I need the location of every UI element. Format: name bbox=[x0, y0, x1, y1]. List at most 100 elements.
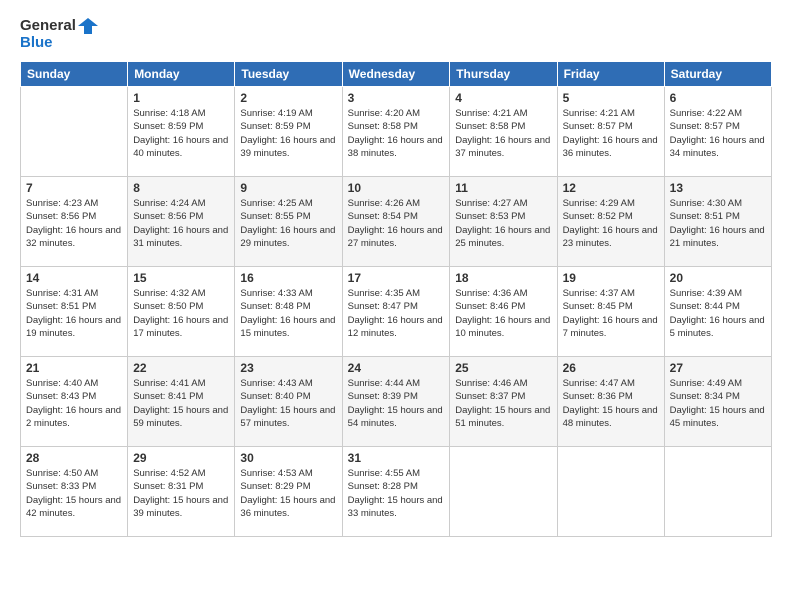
sunset: Sunset: 8:36 PM bbox=[563, 391, 633, 402]
sunrise: Sunrise: 4:49 AM bbox=[670, 378, 742, 389]
sunset: Sunset: 8:53 PM bbox=[455, 211, 525, 222]
calendar-table: SundayMondayTuesdayWednesdayThursdayFrid… bbox=[20, 61, 772, 537]
sunset: Sunset: 8:43 PM bbox=[26, 391, 96, 402]
daylight: Daylight: 16 hours and 29 minutes. bbox=[240, 225, 335, 249]
sunrise: Sunrise: 4:33 AM bbox=[240, 288, 312, 299]
day-number: 30 bbox=[240, 451, 336, 465]
calendar-header-friday: Friday bbox=[557, 62, 664, 87]
calendar-cell: 15 Sunrise: 4:32 AM Sunset: 8:50 PM Dayl… bbox=[128, 267, 235, 357]
sunset: Sunset: 8:51 PM bbox=[670, 211, 740, 222]
sunset: Sunset: 8:50 PM bbox=[133, 301, 203, 312]
sunset: Sunset: 8:40 PM bbox=[240, 391, 310, 402]
calendar-cell: 18 Sunrise: 4:36 AM Sunset: 8:46 PM Dayl… bbox=[450, 267, 557, 357]
daylight: Daylight: 16 hours and 17 minutes. bbox=[133, 315, 228, 339]
calendar-cell: 25 Sunrise: 4:46 AM Sunset: 8:37 PM Dayl… bbox=[450, 357, 557, 447]
sunset: Sunset: 8:58 PM bbox=[348, 121, 418, 132]
day-info: Sunrise: 4:40 AM Sunset: 8:43 PM Dayligh… bbox=[26, 377, 122, 430]
daylight: Daylight: 15 hours and 33 minutes. bbox=[348, 495, 443, 519]
sunset: Sunset: 8:29 PM bbox=[240, 481, 310, 492]
calendar-header-sunday: Sunday bbox=[21, 62, 128, 87]
day-info: Sunrise: 4:52 AM Sunset: 8:31 PM Dayligh… bbox=[133, 467, 229, 520]
calendar-header-saturday: Saturday bbox=[664, 62, 771, 87]
sunrise: Sunrise: 4:18 AM bbox=[133, 108, 205, 119]
calendar-week-row: 21 Sunrise: 4:40 AM Sunset: 8:43 PM Dayl… bbox=[21, 357, 772, 447]
calendar-cell: 30 Sunrise: 4:53 AM Sunset: 8:29 PM Dayl… bbox=[235, 447, 342, 537]
sunrise: Sunrise: 4:35 AM bbox=[348, 288, 420, 299]
sunrise: Sunrise: 4:25 AM bbox=[240, 198, 312, 209]
logo-blue: Blue bbox=[20, 34, 53, 51]
daylight: Daylight: 16 hours and 38 minutes. bbox=[348, 135, 443, 159]
day-number: 12 bbox=[563, 181, 659, 195]
day-number: 27 bbox=[670, 361, 766, 375]
daylight: Daylight: 16 hours and 15 minutes. bbox=[240, 315, 335, 339]
day-number: 4 bbox=[455, 91, 551, 105]
calendar-cell: 4 Sunrise: 4:21 AM Sunset: 8:58 PM Dayli… bbox=[450, 87, 557, 177]
sunset: Sunset: 8:54 PM bbox=[348, 211, 418, 222]
calendar-header-tuesday: Tuesday bbox=[235, 62, 342, 87]
day-info: Sunrise: 4:25 AM Sunset: 8:55 PM Dayligh… bbox=[240, 197, 336, 250]
sunrise: Sunrise: 4:53 AM bbox=[240, 468, 312, 479]
daylight: Daylight: 16 hours and 37 minutes. bbox=[455, 135, 550, 159]
day-number: 9 bbox=[240, 181, 336, 195]
day-number: 16 bbox=[240, 271, 336, 285]
calendar-cell: 14 Sunrise: 4:31 AM Sunset: 8:51 PM Dayl… bbox=[21, 267, 128, 357]
calendar-header-row: SundayMondayTuesdayWednesdayThursdayFrid… bbox=[21, 62, 772, 87]
day-info: Sunrise: 4:18 AM Sunset: 8:59 PM Dayligh… bbox=[133, 107, 229, 160]
day-number: 28 bbox=[26, 451, 122, 465]
calendar-header-monday: Monday bbox=[128, 62, 235, 87]
calendar-cell: 7 Sunrise: 4:23 AM Sunset: 8:56 PM Dayli… bbox=[21, 177, 128, 267]
sunrise: Sunrise: 4:27 AM bbox=[455, 198, 527, 209]
header: General Blue bbox=[20, 16, 772, 51]
day-info: Sunrise: 4:37 AM Sunset: 8:45 PM Dayligh… bbox=[563, 287, 659, 340]
sunset: Sunset: 8:57 PM bbox=[563, 121, 633, 132]
daylight: Daylight: 15 hours and 45 minutes. bbox=[670, 405, 765, 429]
calendar-cell: 20 Sunrise: 4:39 AM Sunset: 8:44 PM Dayl… bbox=[664, 267, 771, 357]
daylight: Daylight: 16 hours and 7 minutes. bbox=[563, 315, 658, 339]
day-info: Sunrise: 4:21 AM Sunset: 8:57 PM Dayligh… bbox=[563, 107, 659, 160]
sunset: Sunset: 8:52 PM bbox=[563, 211, 633, 222]
daylight: Daylight: 16 hours and 19 minutes. bbox=[26, 315, 121, 339]
sunrise: Sunrise: 4:23 AM bbox=[26, 198, 98, 209]
daylight: Daylight: 16 hours and 32 minutes. bbox=[26, 225, 121, 249]
calendar-cell: 17 Sunrise: 4:35 AM Sunset: 8:47 PM Dayl… bbox=[342, 267, 450, 357]
daylight: Daylight: 15 hours and 54 minutes. bbox=[348, 405, 443, 429]
calendar-cell bbox=[21, 87, 128, 177]
day-info: Sunrise: 4:50 AM Sunset: 8:33 PM Dayligh… bbox=[26, 467, 122, 520]
sunrise: Sunrise: 4:31 AM bbox=[26, 288, 98, 299]
sunset: Sunset: 8:44 PM bbox=[670, 301, 740, 312]
day-info: Sunrise: 4:53 AM Sunset: 8:29 PM Dayligh… bbox=[240, 467, 336, 520]
daylight: Daylight: 16 hours and 23 minutes. bbox=[563, 225, 658, 249]
sunrise: Sunrise: 4:39 AM bbox=[670, 288, 742, 299]
sunrise: Sunrise: 4:29 AM bbox=[563, 198, 635, 209]
day-number: 25 bbox=[455, 361, 551, 375]
sunset: Sunset: 8:31 PM bbox=[133, 481, 203, 492]
day-number: 22 bbox=[133, 361, 229, 375]
day-number: 13 bbox=[670, 181, 766, 195]
calendar-cell: 21 Sunrise: 4:40 AM Sunset: 8:43 PM Dayl… bbox=[21, 357, 128, 447]
sunset: Sunset: 8:58 PM bbox=[455, 121, 525, 132]
daylight: Daylight: 16 hours and 25 minutes. bbox=[455, 225, 550, 249]
day-number: 6 bbox=[670, 91, 766, 105]
day-info: Sunrise: 4:21 AM Sunset: 8:58 PM Dayligh… bbox=[455, 107, 551, 160]
day-number: 7 bbox=[26, 181, 122, 195]
daylight: Daylight: 16 hours and 10 minutes. bbox=[455, 315, 550, 339]
sunset: Sunset: 8:37 PM bbox=[455, 391, 525, 402]
sunrise: Sunrise: 4:43 AM bbox=[240, 378, 312, 389]
calendar-cell: 8 Sunrise: 4:24 AM Sunset: 8:56 PM Dayli… bbox=[128, 177, 235, 267]
sunrise: Sunrise: 4:44 AM bbox=[348, 378, 420, 389]
calendar-page: General Blue SundayMondayTuesdayWednesda… bbox=[0, 0, 792, 612]
calendar-cell: 10 Sunrise: 4:26 AM Sunset: 8:54 PM Dayl… bbox=[342, 177, 450, 267]
day-info: Sunrise: 4:33 AM Sunset: 8:48 PM Dayligh… bbox=[240, 287, 336, 340]
logo-general: General bbox=[20, 17, 76, 34]
calendar-cell: 27 Sunrise: 4:49 AM Sunset: 8:34 PM Dayl… bbox=[664, 357, 771, 447]
day-info: Sunrise: 4:30 AM Sunset: 8:51 PM Dayligh… bbox=[670, 197, 766, 250]
day-info: Sunrise: 4:29 AM Sunset: 8:52 PM Dayligh… bbox=[563, 197, 659, 250]
calendar-cell bbox=[450, 447, 557, 537]
calendar-week-row: 28 Sunrise: 4:50 AM Sunset: 8:33 PM Dayl… bbox=[21, 447, 772, 537]
calendar-cell: 24 Sunrise: 4:44 AM Sunset: 8:39 PM Dayl… bbox=[342, 357, 450, 447]
daylight: Daylight: 15 hours and 59 minutes. bbox=[133, 405, 228, 429]
day-info: Sunrise: 4:35 AM Sunset: 8:47 PM Dayligh… bbox=[348, 287, 445, 340]
day-number: 2 bbox=[240, 91, 336, 105]
daylight: Daylight: 16 hours and 36 minutes. bbox=[563, 135, 658, 159]
daylight: Daylight: 16 hours and 21 minutes. bbox=[670, 225, 765, 249]
